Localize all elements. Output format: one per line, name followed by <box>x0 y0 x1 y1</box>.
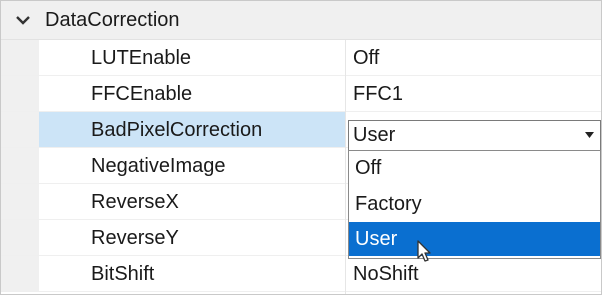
property-name: LUTEnable <box>91 47 192 69</box>
property-grid: DataCorrection LUTEnable Off FFCEnable F… <box>0 0 602 295</box>
combobox-value: User <box>353 124 396 146</box>
property-row-ffcenable[interactable]: FFCEnable FFC1 <box>1 76 601 112</box>
combobox-dropdown-list: Off Factory User <box>348 150 601 259</box>
dropdown-option-off[interactable]: Off <box>349 151 600 185</box>
badpixelcorrection-combobox[interactable]: User <box>348 120 601 151</box>
row-gutter <box>1 256 39 291</box>
dropdown-arrow-icon[interactable] <box>585 132 594 138</box>
option-label: User <box>355 228 398 250</box>
row-gutter <box>1 40 39 75</box>
mouse-pointer-icon <box>417 240 431 262</box>
row-gutter <box>1 76 39 111</box>
property-name: BitShift <box>91 263 155 285</box>
row-gutter <box>1 220 39 255</box>
category-header-datacorrection[interactable]: DataCorrection <box>1 1 601 40</box>
property-name: FFCEnable <box>91 83 193 105</box>
column-divider[interactable] <box>345 40 346 294</box>
property-row-bitshift[interactable]: BitShift NoShift <box>1 256 601 292</box>
property-value[interactable]: FFC1 <box>353 83 403 105</box>
option-label: Factory <box>355 193 422 215</box>
row-gutter <box>1 148 39 183</box>
property-name: BadPixelCorrection <box>91 119 263 141</box>
dropdown-option-factory[interactable]: Factory <box>349 187 600 221</box>
property-name: ReverseX <box>91 191 179 213</box>
row-gutter <box>1 112 39 147</box>
option-label: Off <box>355 157 382 179</box>
chevron-down-icon[interactable] <box>13 10 33 30</box>
property-row-lutenable[interactable]: LUTEnable Off <box>1 40 601 76</box>
dropdown-option-user[interactable]: User <box>349 222 600 256</box>
category-label: DataCorrection <box>45 9 180 31</box>
property-name: NegativeImage <box>91 155 226 177</box>
row-gutter <box>1 184 39 219</box>
property-value[interactable]: Off <box>353 47 379 69</box>
property-value[interactable]: NoShift <box>353 263 419 285</box>
property-name: ReverseY <box>91 227 179 249</box>
